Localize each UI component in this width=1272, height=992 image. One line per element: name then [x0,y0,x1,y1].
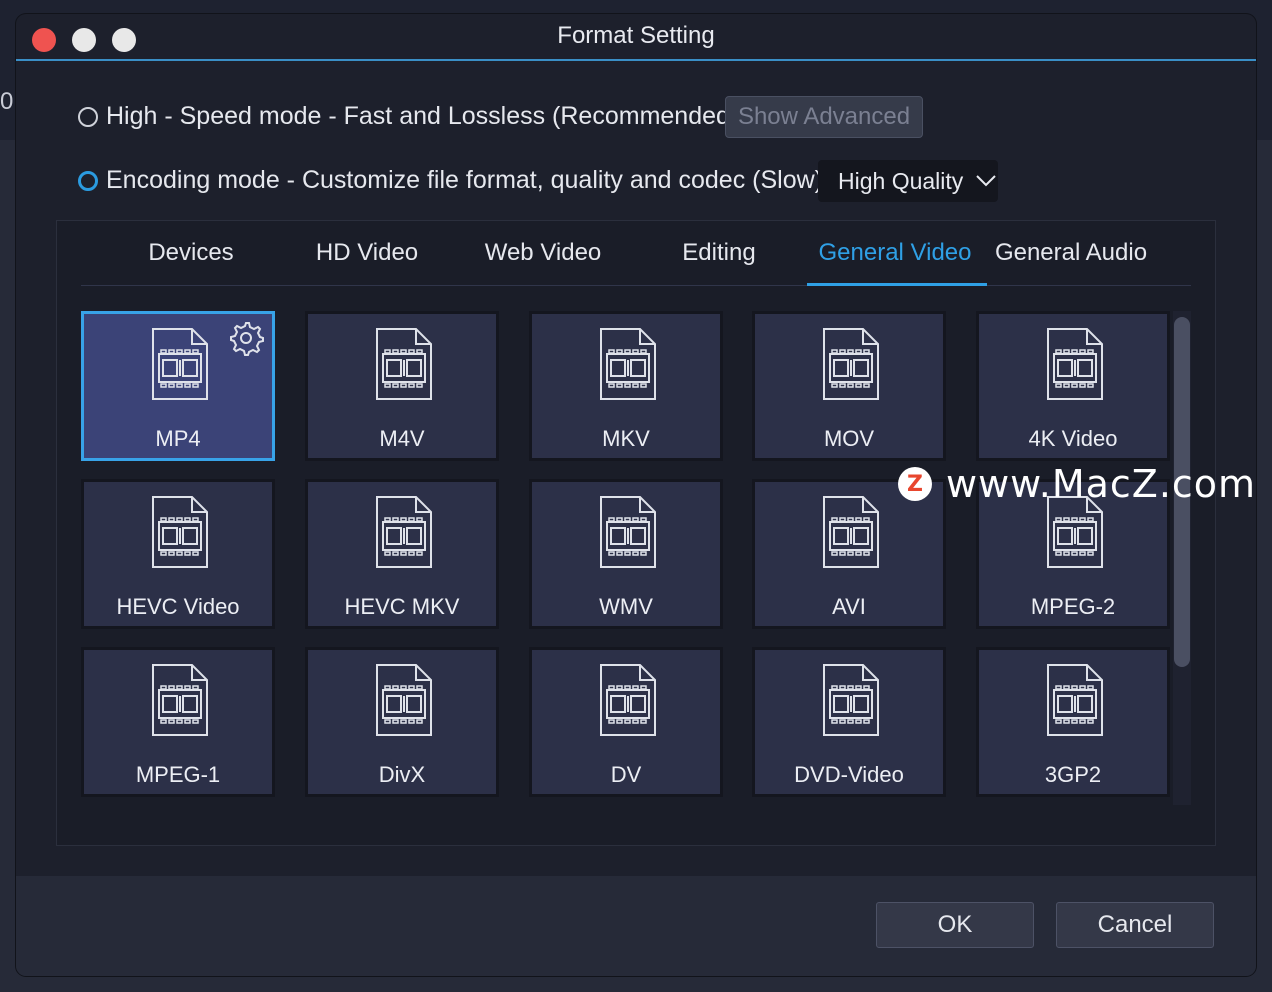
gear-icon[interactable] [228,320,264,361]
format-label: HEVC Video [116,594,240,619]
format-tile-mp4[interactable]: MP4 [81,311,275,461]
encoding-radio[interactable] [78,170,98,191]
format-label: M4V [379,426,425,451]
ok-button[interactable]: OK [876,902,1034,948]
tab-general-audio[interactable]: General Audio [983,221,1159,285]
video-file-icon [1045,494,1105,575]
format-label: MPEG-1 [135,762,221,787]
video-file-icon [821,494,881,575]
tab-web-video[interactable]: Web Video [455,221,631,285]
video-file-icon [598,662,658,743]
format-label: DivX [378,762,426,787]
video-file-icon [598,326,658,407]
macz-logo-icon: Z [898,467,932,501]
video-file-icon [1045,662,1105,743]
video-file-icon [1045,326,1105,407]
format-label: 4K Video [1028,426,1118,451]
watermark-text: www.MacZ.com [946,462,1257,506]
video-file-icon [821,326,881,407]
video-file-icon [374,326,434,407]
video-file-icon [374,662,434,743]
format-label: 3GP2 [1044,762,1102,787]
format-tile-wmv[interactable]: WMV [529,479,723,629]
format-label: HEVC MKV [344,594,460,619]
format-tile-mov[interactable]: MOV [752,311,946,461]
title-bar: Format Setting [16,14,1256,61]
quality-selected-value: High Quality [838,167,964,194]
format-tile-dv[interactable]: DV [529,647,723,797]
watermark: Z www.MacZ.com [898,462,1256,506]
video-file-icon [821,662,881,743]
format-label: MPEG-2 [1030,594,1116,619]
format-label: MOV [823,426,875,451]
video-file-icon [150,326,210,407]
show-advanced-button[interactable]: Show Advanced [725,96,923,138]
format-label: WMV [599,594,653,619]
video-file-icon [150,662,210,743]
format-label: MP4 [155,426,201,451]
video-file-icon [374,494,434,575]
format-tile-m4v[interactable]: M4V [305,311,499,461]
format-tile-hevc-video[interactable]: HEVC Video [81,479,275,629]
tab-devices[interactable]: Devices [103,221,279,285]
format-tile-divx[interactable]: DivX [305,647,499,797]
format-tile-4k-video[interactable]: 4K Video [976,311,1170,461]
tab-editing[interactable]: Editing [631,221,807,285]
category-tabs: Devices HD Video Web Video Editing Gener… [81,221,1191,286]
quality-dropdown[interactable]: High Quality [818,160,998,202]
format-grid: MP4 M4V MKV MOV 4K Video HEVC Video HEVC… [81,311,1171,811]
format-tile-mpeg-1[interactable]: MPEG-1 [81,647,275,797]
format-label: AVI [832,594,866,619]
format-tile-3gp2[interactable]: 3GP2 [976,647,1170,797]
format-tile-dvd-video[interactable]: DVD-Video [752,647,946,797]
format-label: DVD-Video [794,762,904,787]
dialog-footer: OK Cancel [16,876,1256,976]
high-speed-label: High - Speed mode - Fast and Lossless (R… [106,102,739,130]
encoding-label: Encoding mode - Customize file format, q… [106,166,823,194]
high-speed-mode-option[interactable]: High - Speed mode - Fast and Lossless (R… [78,102,738,131]
format-tile-mkv[interactable]: MKV [529,311,723,461]
format-label: MKV [602,426,650,451]
dialog-title: Format Setting [557,22,715,49]
format-panel: Devices HD Video Web Video Editing Gener… [56,220,1216,846]
tab-general-video[interactable]: General Video [807,221,987,286]
tab-hd-video[interactable]: HD Video [279,221,455,285]
cancel-button[interactable]: Cancel [1056,902,1214,948]
format-tile-hevc-mkv[interactable]: HEVC MKV [305,479,499,629]
video-file-icon [150,494,210,575]
chevron-down-icon [976,175,996,187]
encoding-mode-option[interactable]: Encoding mode - Customize file format, q… [78,166,823,195]
format-label: DV [610,762,642,787]
video-file-icon [598,494,658,575]
high-speed-radio[interactable] [78,106,98,127]
